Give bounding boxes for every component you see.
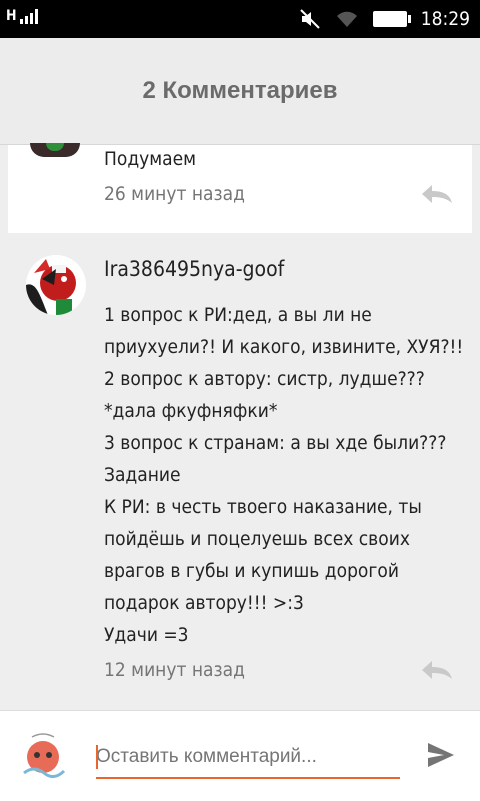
reply-icon[interactable] [420, 183, 454, 205]
avatar[interactable] [26, 255, 86, 315]
comment-line: *дала фкуфняфки* [104, 400, 278, 422]
page-title: 2 Комментариев [142, 77, 338, 104]
comment-composer [0, 710, 480, 801]
comment-line: пойдёшь и поцелуешь всех своих [104, 528, 410, 550]
avatar[interactable] [14, 725, 72, 783]
comment-line: Удачи =3 [104, 624, 189, 646]
comment-time: 12 минут назад [104, 659, 245, 681]
comment-card: Ira386495nya-goof 1 вопрос к РИ:дед, а в… [8, 235, 472, 709]
send-icon[interactable] [426, 741, 456, 769]
comment-input[interactable] [96, 737, 400, 779]
comment-line: приухуели?! И какого, извините, ХУЯ?!! [104, 336, 464, 358]
reply-icon[interactable] [420, 659, 454, 681]
comment-time: 26 минут назад [104, 183, 245, 205]
comment-card: Подумаем 26 минут назад [8, 143, 472, 233]
clock: 18:29 [420, 8, 470, 30]
wifi-icon [336, 11, 357, 27]
mute-icon [300, 9, 320, 29]
signal-indicators: H [6, 8, 38, 24]
usb-icon: H [6, 8, 17, 24]
text-caret [96, 745, 98, 769]
comment-line: 1 вопрос к РИ:дед, а вы ли не [104, 304, 372, 326]
battery-icon [372, 11, 411, 27]
avatar[interactable] [30, 143, 80, 157]
comment-line: врагов в губы и купишь дорогой [104, 560, 399, 582]
comment-text: Подумаем [104, 148, 197, 170]
comment-line: 3 вопрос к странам: а вы хде были??? [104, 432, 447, 454]
comment-line: 2 вопрос к автору: систр, лудше??? [104, 368, 425, 390]
comment-line: подарок автору!!! >:3 [104, 592, 304, 614]
comments-header: 2 Комментариев [0, 38, 480, 145]
comment-line: К РИ: в честь твоего наказание, ты [104, 496, 422, 518]
signal-icon [19, 8, 38, 24]
comment-author[interactable]: Ira386495nya-goof [104, 257, 284, 281]
comment-line: Задание [104, 464, 181, 486]
comment-body: 1 вопрос к РИ:дед, а вы ли не приухуели?… [104, 299, 464, 651]
status-bar: H 18:29 [0, 0, 480, 38]
